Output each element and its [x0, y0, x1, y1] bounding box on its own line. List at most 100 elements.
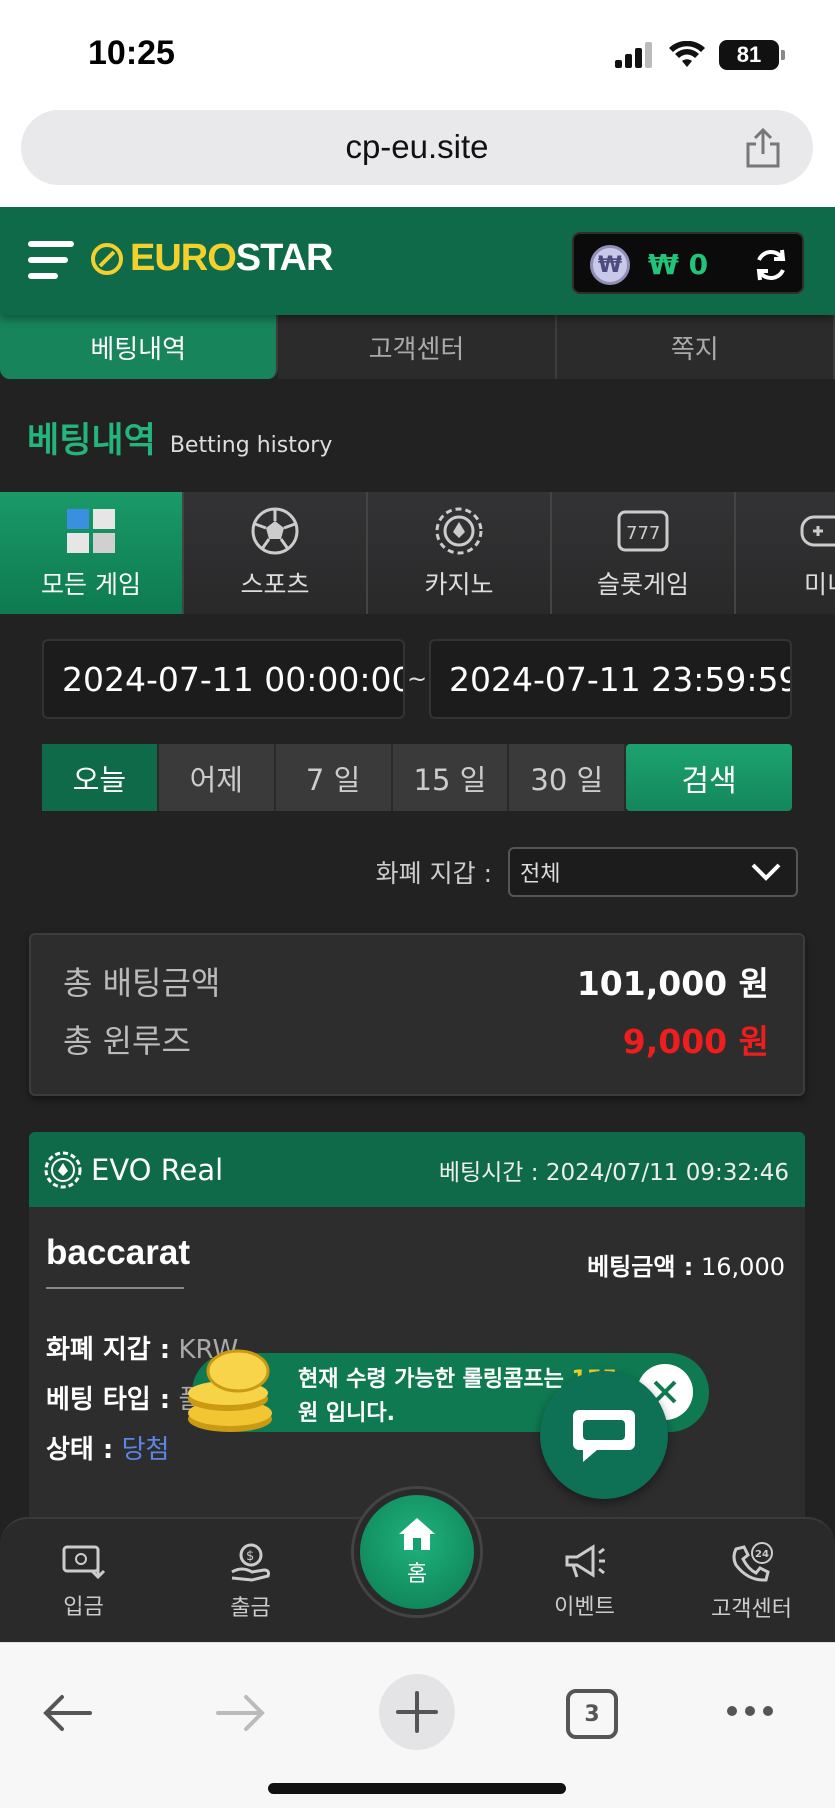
- home-button[interactable]: 홈: [354, 1489, 480, 1615]
- tab-casino[interactable]: 카지노: [368, 492, 552, 614]
- casino-chip-icon: [44, 1151, 82, 1188]
- nav-home-label: 홈: [406, 1562, 428, 1587]
- nav-event[interactable]: 이벤트: [501, 1519, 668, 1642]
- tab-customer-center[interactable]: 고객센터: [278, 307, 557, 379]
- bet-type-label: 베팅 타입 :: [46, 1385, 171, 1415]
- status-bar: 10:25 81: [0, 0, 835, 105]
- total-bet-label: 총 배팅금액: [63, 964, 221, 1002]
- promo-text-after: 원 입니다.: [298, 1401, 395, 1426]
- nav-deposit[interactable]: 입금: [0, 1519, 167, 1642]
- gold-coins-icon: [188, 1349, 272, 1432]
- svg-text:24: 24: [755, 1549, 769, 1560]
- bet-record-header: EVO Real 베팅시간 : 2024/07/11 09:32:46: [29, 1132, 805, 1207]
- wallet-filter: 화폐 지갑 : 전체: [376, 847, 798, 897]
- date-range: 2024-07-11 00:00:00 ~ 2024-07-11 23:59:5…: [42, 639, 792, 719]
- bet-time: 베팅시간 : 2024/07/11 09:32:46: [438, 1159, 789, 1186]
- page-title: 베팅내역: [27, 421, 156, 461]
- logo-star: STAR: [235, 237, 334, 279]
- status-time: 10:25: [88, 34, 175, 72]
- nav-deposit-label: 입금: [63, 1594, 104, 1620]
- logo-euro: EURO: [130, 237, 237, 279]
- tab-betting-history[interactable]: 베팅내역: [0, 307, 279, 379]
- start-date-input[interactable]: 2024-07-11 00:00:00: [42, 639, 405, 719]
- chat-bubble-icon: [573, 1410, 635, 1462]
- search-button[interactable]: 검색: [626, 744, 792, 811]
- nav-support[interactable]: 24 고객센터: [668, 1519, 835, 1642]
- tab-label: 카지노: [424, 570, 494, 599]
- tab-all-games[interactable]: 모든 게임: [0, 492, 184, 614]
- wallet-select-value: 전체: [520, 862, 561, 887]
- share-icon[interactable]: [743, 126, 783, 170]
- total-winloss-label: 총 윈루즈: [63, 1022, 191, 1060]
- bet-amount-value: 16,000: [701, 1253, 785, 1281]
- forward-arrow-icon[interactable]: [214, 1691, 268, 1735]
- bet-amount-label: 베팅금액 :: [587, 1253, 694, 1281]
- soccer-ball-icon: [251, 507, 299, 555]
- chevron-down-icon: [751, 863, 781, 881]
- cubes-icon: [67, 509, 115, 553]
- tab-label: 스포츠: [240, 570, 310, 599]
- logo-mark-icon: [91, 242, 123, 275]
- support-24-icon: 24: [732, 1541, 773, 1582]
- gamepad-icon: [800, 515, 835, 547]
- total-winloss-value: 9,000 원: [622, 1022, 769, 1061]
- back-arrow-icon[interactable]: [40, 1691, 94, 1735]
- url-text: cp-eu.site: [345, 128, 489, 165]
- home-icon: [399, 1518, 435, 1550]
- new-tab-plus-icon[interactable]: [378, 1673, 456, 1751]
- bet-amount: 베팅금액 : 16,000: [587, 1247, 785, 1282]
- refresh-icon[interactable]: [752, 246, 790, 284]
- wallet-balance[interactable]: ₩ ₩ 0: [572, 232, 804, 294]
- period-today-button[interactable]: 오늘: [42, 744, 159, 811]
- period-30days-button[interactable]: 30 일: [509, 744, 627, 811]
- wallet-amount: ₩ 0: [648, 248, 709, 281]
- bet-status-label: 상태 :: [46, 1435, 114, 1465]
- tab-label: 미니: [803, 570, 835, 599]
- casino-chip-icon: [435, 507, 483, 555]
- tabs-count-button[interactable]: 3: [566, 1689, 618, 1739]
- nav-home[interactable]: 홈: [334, 1489, 501, 1642]
- menu-icon[interactable]: [28, 241, 74, 289]
- bet-currency-label: 화폐 지갑 :: [46, 1335, 171, 1365]
- period-15days-button[interactable]: 15 일: [392, 744, 510, 811]
- megaphone-icon: [565, 1543, 605, 1578]
- wallet-select[interactable]: 전체: [508, 847, 798, 897]
- section-title: 베팅내역 Betting history: [27, 412, 332, 463]
- bet-type-line: 베팅 타입 : 플: [46, 1379, 202, 1416]
- slot-machine-icon: 777: [617, 510, 669, 552]
- period-yesterday-button[interactable]: 어제: [158, 744, 276, 811]
- nav-withdraw-label: 출금: [230, 1595, 271, 1621]
- date-separator: ~: [406, 665, 428, 693]
- end-date-input[interactable]: 2024-07-11 23:59:59: [429, 639, 792, 719]
- tab-label: 슬롯게임: [596, 570, 689, 599]
- nav-support-label: 고객센터: [711, 1596, 792, 1622]
- browser-toolbar: 3: [0, 1642, 835, 1808]
- period-7days-button[interactable]: 7 일: [275, 744, 393, 811]
- home-indicator: [268, 1783, 566, 1794]
- bottom-nav: 입금 $ 출금 홈 이벤트 24 고객센터: [0, 1489, 835, 1642]
- tab-slots[interactable]: 777 슬롯게임: [552, 492, 736, 614]
- tab-mini-games[interactable]: 미니: [736, 492, 835, 614]
- status-icons: 81: [615, 40, 785, 70]
- cellular-signal-icon: [615, 42, 652, 68]
- site-header: EUROSTAR ₩ ₩ 0: [0, 207, 835, 315]
- battery-indicator: 81: [719, 40, 785, 70]
- more-icon[interactable]: [724, 1703, 776, 1719]
- wallet-filter-label: 화폐 지갑 :: [375, 859, 492, 888]
- summary-box: 총 배팅금액 101,000 원 총 윈루즈 9,000 원: [29, 933, 805, 1096]
- site-viewport: 베팅내역 고객센터 쪽지 EUROSTAR ₩ ₩ 0 베팅내역 Betting…: [0, 207, 835, 1642]
- tab-sports[interactable]: 스포츠: [184, 492, 368, 614]
- withdraw-icon: $: [230, 1543, 270, 1582]
- game-category-tabs: 모든 게임 스포츠 카지노 777 슬롯게임 미: [0, 492, 835, 614]
- chat-button[interactable]: [540, 1371, 668, 1499]
- bet-game-name: baccarat: [46, 1233, 190, 1289]
- tab-messages[interactable]: 쪽지: [556, 307, 835, 379]
- address-bar[interactable]: cp-eu.site: [21, 110, 813, 185]
- logo[interactable]: EUROSTAR: [90, 237, 334, 280]
- total-bet-value: 101,000 원: [576, 964, 769, 1003]
- svg-text:777: 777: [626, 523, 660, 544]
- top-tabs: 베팅내역 고객센터 쪽지: [0, 307, 835, 379]
- page-subtitle: Betting history: [169, 433, 333, 458]
- wifi-icon: [669, 41, 705, 67]
- nav-withdraw[interactable]: $ 출금: [167, 1519, 334, 1642]
